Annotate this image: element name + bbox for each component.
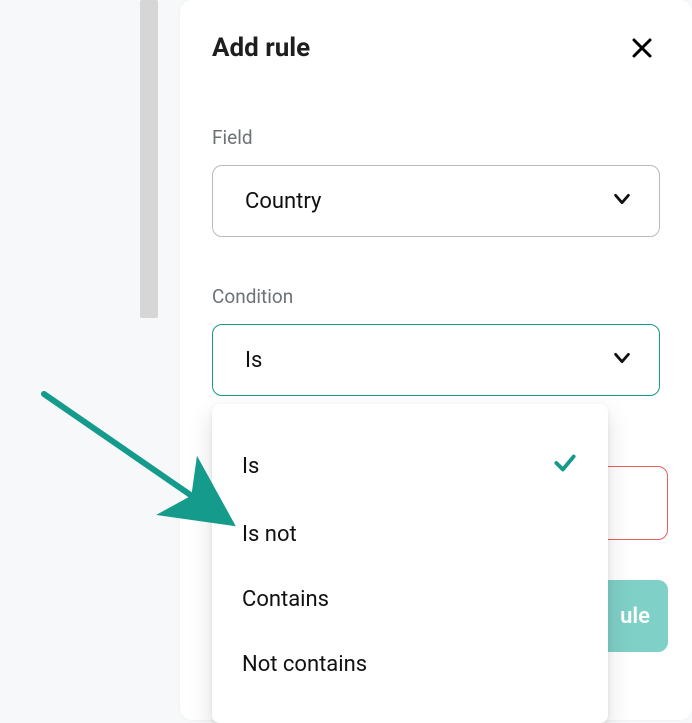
condition-option-is-not[interactable]: Is not [212, 502, 608, 567]
condition-dropdown: Is Is not Contains Not contains [212, 404, 608, 723]
close-icon [630, 36, 654, 60]
scrollbar-thumb[interactable] [140, 0, 158, 318]
condition-label: Condition [212, 285, 660, 308]
chevron-down-icon [611, 188, 633, 214]
close-button[interactable] [624, 30, 660, 66]
field-label: Field [212, 126, 660, 149]
condition-option-is[interactable]: Is [212, 430, 608, 502]
condition-option-not-contains[interactable]: Not contains [212, 632, 608, 697]
option-label: Contains [242, 587, 329, 612]
add-rule-button-label-fragment: ule [620, 604, 650, 629]
condition-option-contains[interactable]: Contains [212, 567, 608, 632]
check-icon [552, 450, 578, 482]
option-label: Is not [242, 522, 297, 547]
option-label: Not contains [242, 652, 367, 677]
chevron-down-icon [611, 347, 633, 373]
panel-header: Add rule [212, 30, 660, 66]
field-select-value: Country [245, 189, 321, 214]
condition-select[interactable]: Is [212, 324, 660, 396]
panel-title: Add rule [212, 33, 310, 63]
field-select[interactable]: Country [212, 165, 660, 237]
option-label: Is [242, 454, 259, 479]
left-gutter [0, 0, 170, 720]
condition-select-value: Is [245, 348, 262, 373]
